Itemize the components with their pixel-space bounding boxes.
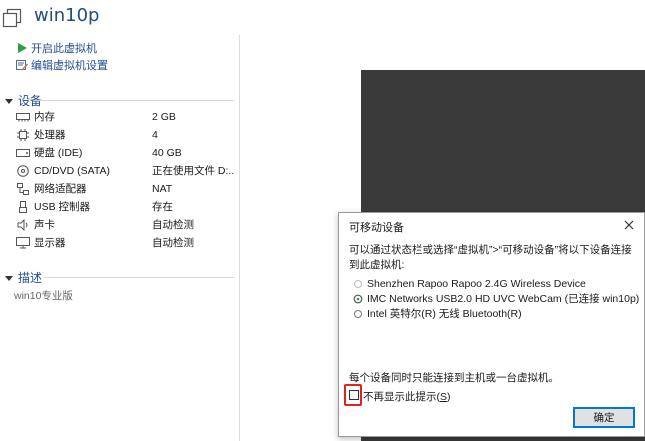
removable-device-item: Intel 英特尔(R) 无线 Bluetooth(R) bbox=[353, 306, 522, 321]
device-name: 显示器 bbox=[34, 237, 66, 249]
collapse-triangle-icon bbox=[5, 98, 13, 104]
device-row-usb-controller[interactable]: USB 控制器 存在 bbox=[16, 198, 236, 215]
display-icon bbox=[16, 236, 30, 249]
dont-show-again-checkbox[interactable] bbox=[349, 390, 359, 400]
device-value: 自动检测 bbox=[152, 219, 194, 231]
usb-device-icon bbox=[353, 279, 363, 289]
section-divider bbox=[44, 277, 234, 278]
device-name: 处理器 bbox=[34, 129, 66, 141]
power-on-vm-link[interactable]: 开启此虚拟机 bbox=[16, 40, 97, 56]
dialog-note: 每个设备同时只能连接到主机或一台虚拟机。 bbox=[349, 372, 559, 384]
device-name: USB 控制器 bbox=[34, 201, 91, 213]
devices-section-header[interactable]: 设备 bbox=[4, 92, 42, 109]
edit-vm-settings-link[interactable]: 编辑虚拟机设置 bbox=[16, 57, 108, 73]
device-name: 硬盘 (IDE) bbox=[34, 147, 83, 159]
removable-device-item: IMC Networks USB2.0 HD UVC WebCam (已连接 w… bbox=[353, 291, 639, 306]
device-row-sound-card[interactable]: 声卡 自动检测 bbox=[16, 216, 236, 233]
description-section-header[interactable]: 描述 bbox=[4, 269, 42, 286]
device-row-display[interactable]: 显示器 自动检测 bbox=[16, 234, 236, 251]
power-on-vm-label: 开启此虚拟机 bbox=[31, 43, 97, 55]
dialog-title: 可移动设备 bbox=[349, 222, 404, 234]
device-name: 网络适配器 bbox=[34, 183, 87, 195]
checkbox-label-text: 不再显示此提示 bbox=[363, 391, 437, 403]
section-divider bbox=[38, 100, 234, 101]
device-value: NAT bbox=[152, 182, 173, 195]
description-section-title: 描述 bbox=[18, 271, 43, 285]
usb-controller-icon bbox=[16, 200, 30, 213]
removable-devices-dialog: 可移动设备 可以通过状态栏或选择“虚拟机”>“可移动设备”将以下设备连接到此虚拟… bbox=[338, 212, 645, 437]
dialog-message: 可以通过状态栏或选择“虚拟机”>“可移动设备”将以下设备连接到此虚拟机: bbox=[349, 244, 632, 271]
processor-icon bbox=[16, 128, 30, 141]
memory-icon bbox=[16, 111, 30, 123]
device-row-processor[interactable]: 处理器 4 bbox=[16, 126, 236, 143]
dialog-close-button[interactable] bbox=[621, 217, 637, 233]
device-row-hard-disk[interactable]: 硬盘 (IDE) 40 GB bbox=[16, 144, 236, 161]
checkbox-highlight bbox=[344, 384, 362, 406]
vm-description[interactable]: win10专业版 bbox=[14, 288, 73, 303]
device-label: Intel 英特尔(R) 无线 Bluetooth(R) bbox=[367, 308, 522, 320]
edit-settings-icon bbox=[16, 59, 28, 71]
device-name: CD/DVD (SATA) bbox=[34, 164, 111, 177]
close-icon bbox=[624, 220, 634, 230]
device-row-memory[interactable]: 内存 2 GB bbox=[16, 108, 236, 125]
ok-button[interactable]: 确定 bbox=[573, 407, 635, 428]
device-value: 2 GB bbox=[152, 110, 176, 123]
device-label: IMC Networks USB2.0 HD UVC WebCam (已连接 w… bbox=[367, 293, 640, 305]
hard-disk-icon bbox=[16, 147, 30, 159]
sound-card-icon bbox=[16, 218, 30, 231]
device-label: Shenzhen Rapoo Rapoo 2.4G Wireless Devic… bbox=[367, 277, 586, 290]
vm-tab-icon bbox=[2, 8, 22, 28]
removable-device-item: Shenzhen Rapoo Rapoo 2.4G Wireless Devic… bbox=[353, 276, 586, 291]
bluetooth-device-icon bbox=[353, 309, 363, 319]
cd-dvd-icon bbox=[16, 164, 30, 177]
checkbox-shortcut-key: S bbox=[440, 391, 448, 403]
vm-header: win10p bbox=[0, 0, 645, 35]
collapse-triangle-icon bbox=[5, 275, 13, 281]
connected-device-icon bbox=[353, 294, 363, 304]
edit-vm-settings-label: 编辑虚拟机设置 bbox=[31, 60, 108, 72]
device-value: 自动检测 bbox=[152, 237, 194, 249]
vm-title: win10p bbox=[34, 5, 100, 26]
device-value: 40 GB bbox=[152, 146, 182, 159]
network-adapter-icon bbox=[16, 182, 30, 195]
device-value: 4 bbox=[152, 128, 158, 141]
device-row-network-adapter[interactable]: 网络适配器 NAT bbox=[16, 180, 236, 197]
dont-show-again-label[interactable]: 不再显示此提示(S) bbox=[363, 389, 451, 404]
device-name: 声卡 bbox=[34, 219, 55, 231]
vm-details-panel: 开启此虚拟机 编辑虚拟机设置 设备 内存 2 GB 处理器 4 硬盘 (IDE)… bbox=[0, 35, 240, 441]
play-icon bbox=[16, 42, 28, 54]
device-name: 内存 bbox=[34, 111, 55, 123]
device-row-cd-dvd[interactable]: CD/DVD (SATA) 正在使用文件 D:... bbox=[16, 162, 236, 179]
device-value: 正在使用文件 D:... bbox=[152, 165, 234, 177]
device-value: 存在 bbox=[152, 201, 173, 213]
